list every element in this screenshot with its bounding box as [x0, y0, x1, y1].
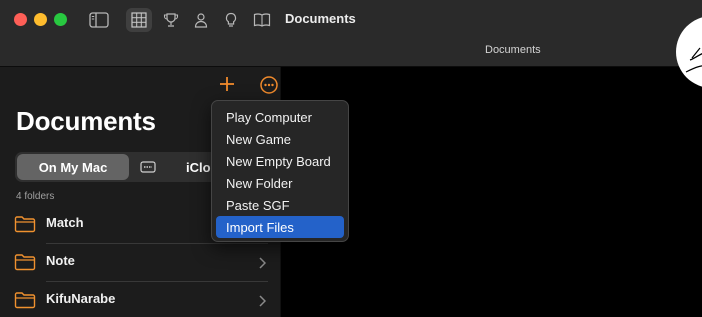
folder-label: Note [46, 253, 75, 268]
trophy-icon[interactable] [160, 9, 182, 31]
menu-item-import-files[interactable]: Import Files [216, 216, 344, 238]
minimize-window-button[interactable] [34, 13, 47, 26]
zoom-window-button[interactable] [54, 13, 67, 26]
menu-item-play-computer[interactable]: Play Computer [216, 106, 344, 128]
folder-count: 4 folders [16, 191, 55, 202]
chevron-right-icon [258, 294, 267, 312]
tab-title[interactable]: Documents [485, 44, 541, 56]
folder-label: Match [46, 215, 84, 230]
board-grid-icon[interactable] [126, 8, 152, 32]
title-bar: Documents Documents [0, 0, 702, 67]
folder-row-note[interactable]: Note [0, 244, 270, 282]
folder-icon [14, 215, 36, 238]
lightbulb-icon[interactable] [220, 9, 242, 31]
menu-item-new-folder[interactable]: New Folder [216, 172, 344, 194]
more-options-icon[interactable] [259, 75, 279, 95]
person-icon[interactable] [190, 9, 212, 31]
page-title: Documents [16, 106, 156, 136]
folder-label: KifuNarabe [46, 291, 116, 306]
add-icon[interactable] [217, 74, 237, 94]
keyboard-icon[interactable] [137, 159, 159, 175]
folder-icon [14, 291, 36, 314]
book-icon[interactable] [251, 9, 273, 31]
segment-icloud[interactable]: iClo [186, 160, 211, 175]
app-window: Documents Documents Documents On My Mac … [0, 0, 702, 317]
sidebar-toggle-icon[interactable] [88, 9, 110, 31]
add-menu: Play Computer New Game New Empty Board N… [211, 100, 349, 242]
window-title: Documents [285, 11, 356, 26]
folder-icon [14, 253, 36, 276]
menu-item-paste-sgf[interactable]: Paste SGF [216, 194, 344, 216]
chevron-right-icon [258, 256, 267, 274]
close-window-button[interactable] [14, 13, 27, 26]
folder-row-kifunarabe[interactable]: KifuNarabe [0, 282, 270, 317]
menu-item-new-game[interactable]: New Game [216, 128, 344, 150]
menu-item-new-empty-board[interactable]: New Empty Board [216, 150, 344, 172]
segment-on-my-mac[interactable]: On My Mac [17, 154, 129, 180]
